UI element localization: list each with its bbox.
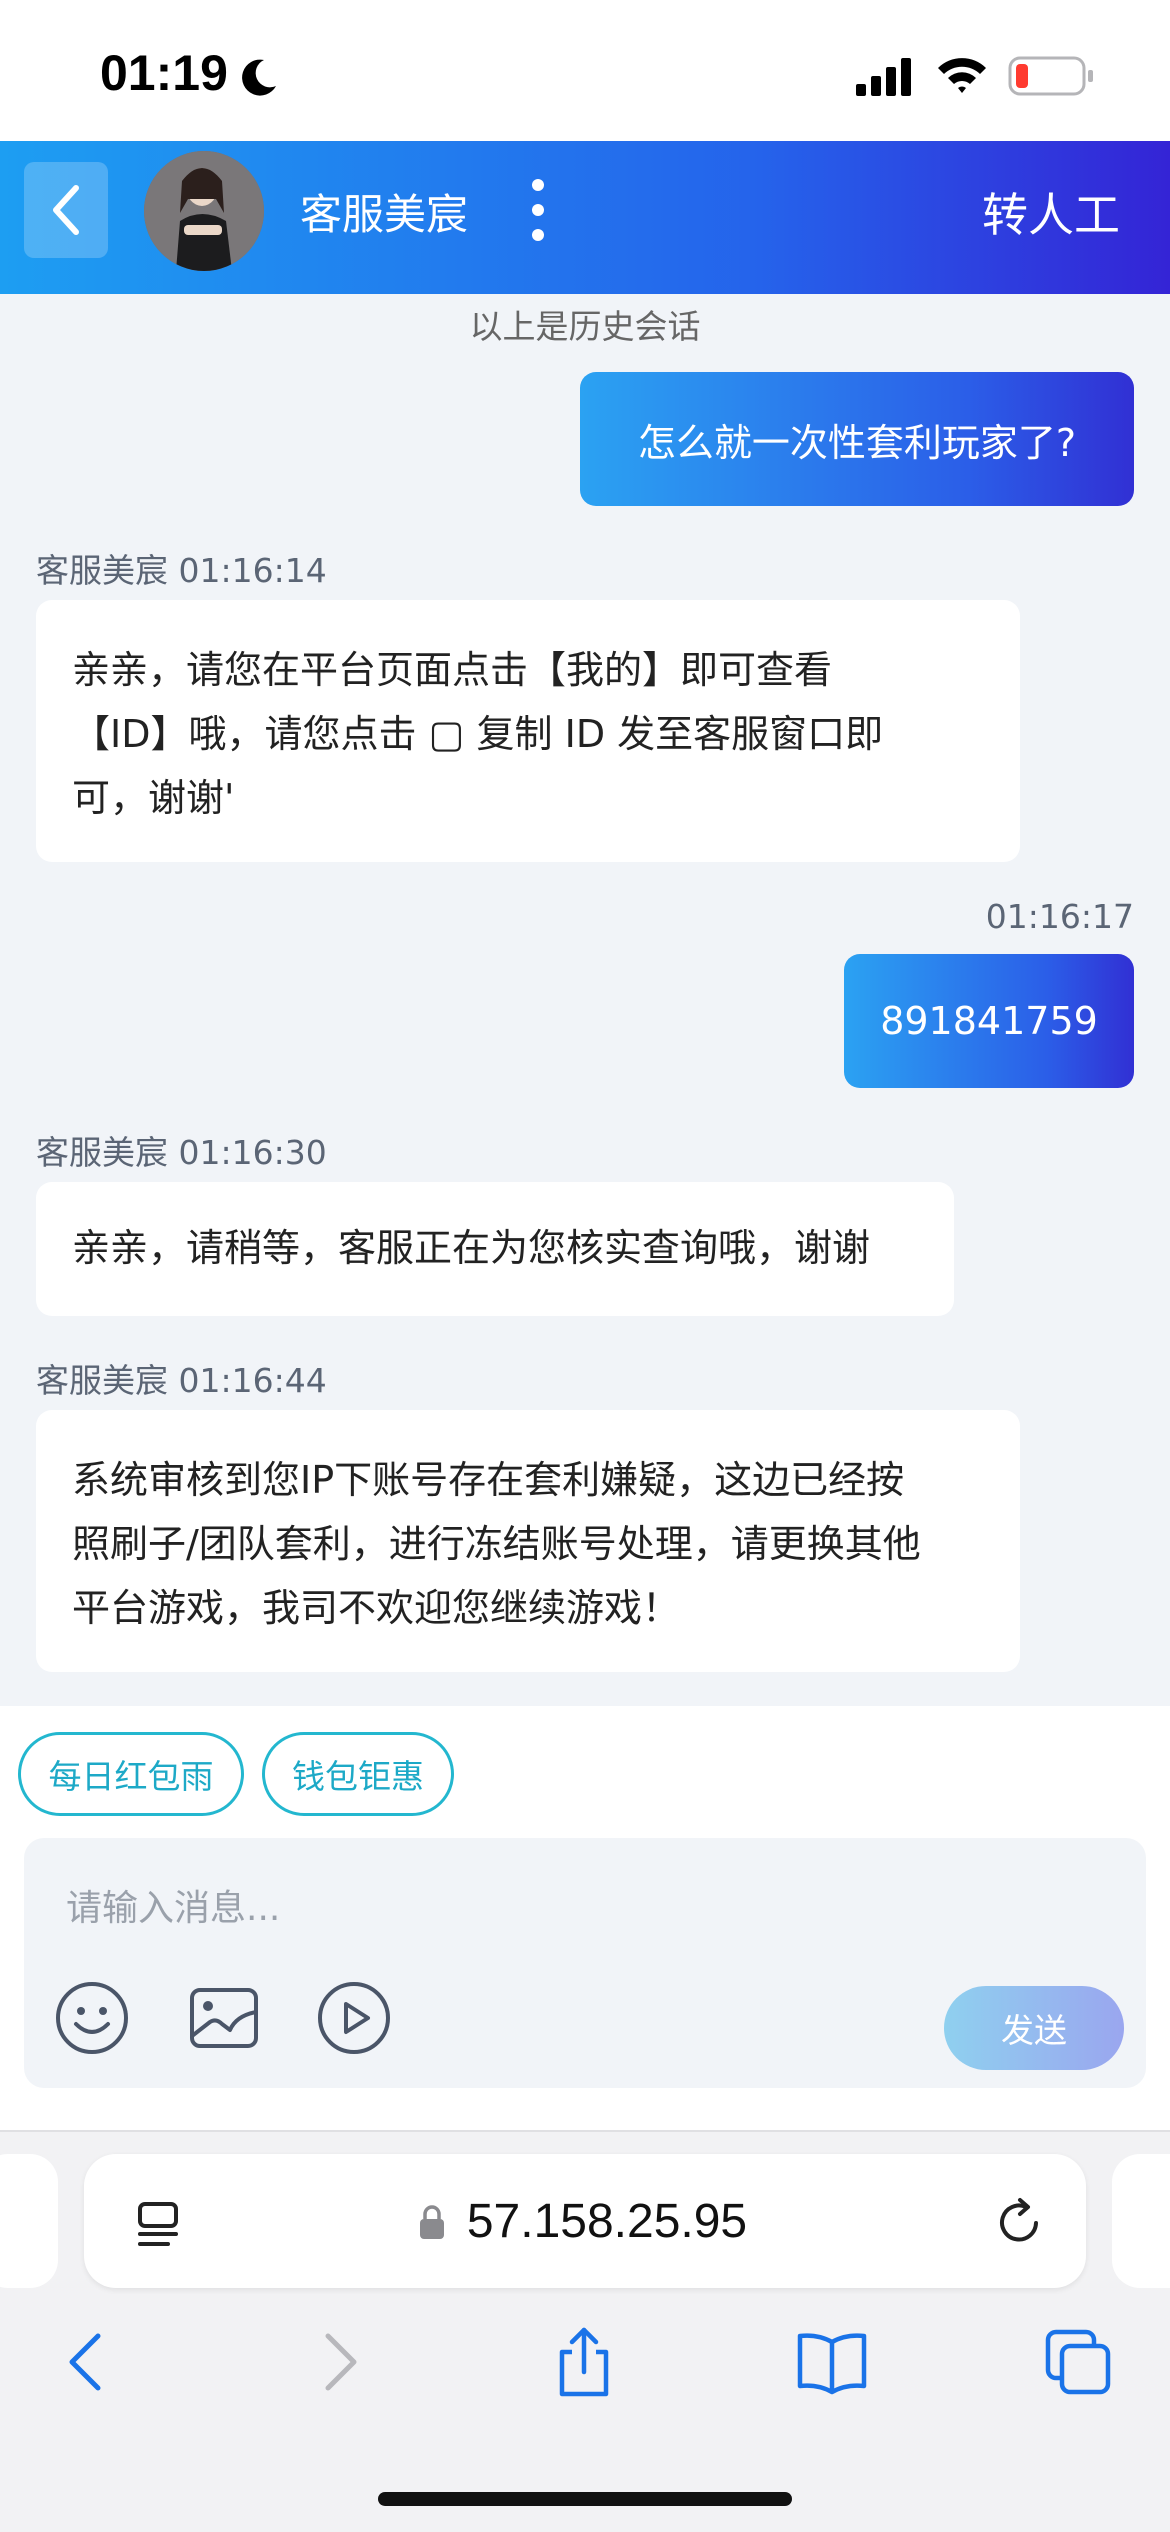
message-time: 01:16:30 (178, 1133, 327, 1172)
message-line: 亲亲，请稍等，客服正在为您核实查询哦，谢谢 (72, 1226, 871, 1270)
video-icon[interactable] (314, 1978, 394, 2058)
home-indicator (378, 2492, 792, 2506)
avatar-image (144, 151, 264, 271)
url-value: 57.158.25.95 (466, 2195, 748, 2248)
message-line: 平台游戏，我司不欢迎您继续游戏！ (72, 1586, 681, 1630)
message-meta: 客服美宸 01:16:44 (36, 1354, 327, 1402)
url-text: 57.158.25.95 (84, 2194, 1086, 2249)
history-note: 以上是历史会话 (469, 307, 701, 346)
forward-arrow-icon[interactable] (300, 2324, 376, 2400)
message-input[interactable] (66, 1878, 966, 1938)
send-button[interactable]: 发送 (944, 1986, 1124, 2070)
message-bubble-sent: 891841759 (844, 954, 1134, 1088)
message-sender: 客服美宸 (36, 551, 168, 590)
status-bar: 01:19 (0, 0, 1170, 141)
signal-icon (856, 58, 911, 96)
back-button[interactable] (24, 162, 108, 258)
quick-reply-daily-red-packet[interactable]: 每日红包雨 (18, 1732, 244, 1816)
message-time: 01:16:14 (178, 551, 327, 590)
image-icon[interactable] (184, 1978, 264, 2058)
message-meta: 客服美宸 01:16:14 (36, 544, 327, 592)
composer-panel: 每日红包雨 钱包钜惠 发送 (0, 1706, 1170, 2130)
bookmarks-icon[interactable] (794, 2324, 870, 2400)
next-tab[interactable] (1112, 2154, 1170, 2288)
message-bubble-received: 系统审核到您IP下账号存在套利嫌疑，这边已经按 照刷子/团队套利，进行冻结账号处… (36, 1410, 1020, 1672)
chat-header: 客服美宸 转人工 (0, 141, 1170, 294)
status-time: 01:19 (100, 45, 228, 101)
avatar[interactable] (144, 151, 264, 271)
transfer-to-human-button[interactable]: 转人工 (982, 179, 1120, 245)
message-sender: 客服美宸 (36, 1133, 168, 1172)
chevron-left-icon (53, 185, 79, 235)
message-line: 【ID】哦，请您点击 ▢ 复制 ID 发至客服窗口即 (72, 712, 884, 756)
message-composer: 发送 (24, 1838, 1146, 2088)
previous-tab[interactable] (0, 2154, 58, 2288)
moon-icon (242, 59, 276, 96)
message-sender: 客服美宸 (36, 1361, 168, 1400)
message-meta: 客服美宸 01:16:30 (36, 1126, 327, 1174)
reload-icon[interactable] (992, 2196, 1046, 2250)
more-vertical-icon[interactable] (526, 177, 550, 243)
tabs-icon[interactable] (1040, 2324, 1116, 2400)
message-line: 系统审核到您IP下账号存在套利嫌疑，这边已经按 (72, 1458, 905, 1502)
message-line: 可，谢谢' (72, 776, 235, 820)
agent-name: 客服美宸 (300, 190, 469, 239)
quick-reply-wallet-offer[interactable]: 钱包钜惠 (262, 1732, 454, 1816)
address-bar[interactable]: 57.158.25.95 (84, 2154, 1086, 2288)
back-arrow-icon[interactable] (50, 2324, 126, 2400)
message-line: 亲亲，请您在平台页面点击【我的】即可查看 (72, 648, 833, 692)
share-icon[interactable] (546, 2324, 622, 2400)
message-text: 891841759 (880, 999, 1098, 1043)
message-bubble-sent: 怎么就一次性套利玩家了? (580, 372, 1134, 506)
wifi-icon (938, 58, 986, 93)
battery-icon (1008, 56, 1093, 96)
message-bubble-received: 亲亲，请稍等，客服正在为您核实查询哦，谢谢 (36, 1182, 954, 1316)
message-line: 照刷子/团队套利，进行冻结账号处理，请更换其他 (72, 1522, 921, 1566)
message-text: 怎么就一次性套利玩家了? (637, 420, 1077, 465)
emoji-icon[interactable] (52, 1978, 132, 2058)
browser-toolbar: 57.158.25.95 (0, 2130, 1170, 2532)
message-time: 01:16:44 (178, 1361, 327, 1400)
message-bubble-received: 亲亲，请您在平台页面点击【我的】即可查看 【ID】哦，请您点击 ▢ 复制 ID … (36, 600, 1020, 862)
message-time: 01:16:17 (985, 897, 1134, 936)
